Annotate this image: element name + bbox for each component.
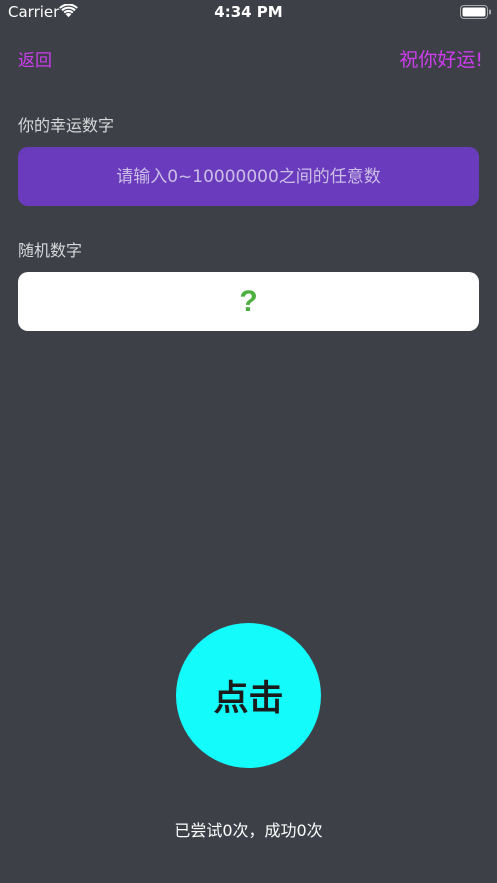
- status-bar: Carrier 4:34 PM: [0, 0, 497, 26]
- lucky-number-input[interactable]: [18, 147, 479, 206]
- random-number-display: ?: [18, 272, 479, 331]
- random-number-label: 随机数字: [18, 241, 83, 260]
- battery-icon: [460, 5, 491, 19]
- status-time: 4:34 PM: [214, 3, 283, 21]
- random-number-value: ?: [239, 284, 258, 318]
- lucky-number-label: 你的幸运数字: [18, 116, 115, 135]
- nav-title: 祝你好运!: [399, 49, 483, 71]
- click-button-label: 点击: [213, 679, 284, 718]
- click-button[interactable]: 点击: [176, 623, 321, 768]
- back-button[interactable]: 返回: [18, 46, 52, 71]
- attempt-stats: 已尝试0次，成功0次: [174, 821, 323, 840]
